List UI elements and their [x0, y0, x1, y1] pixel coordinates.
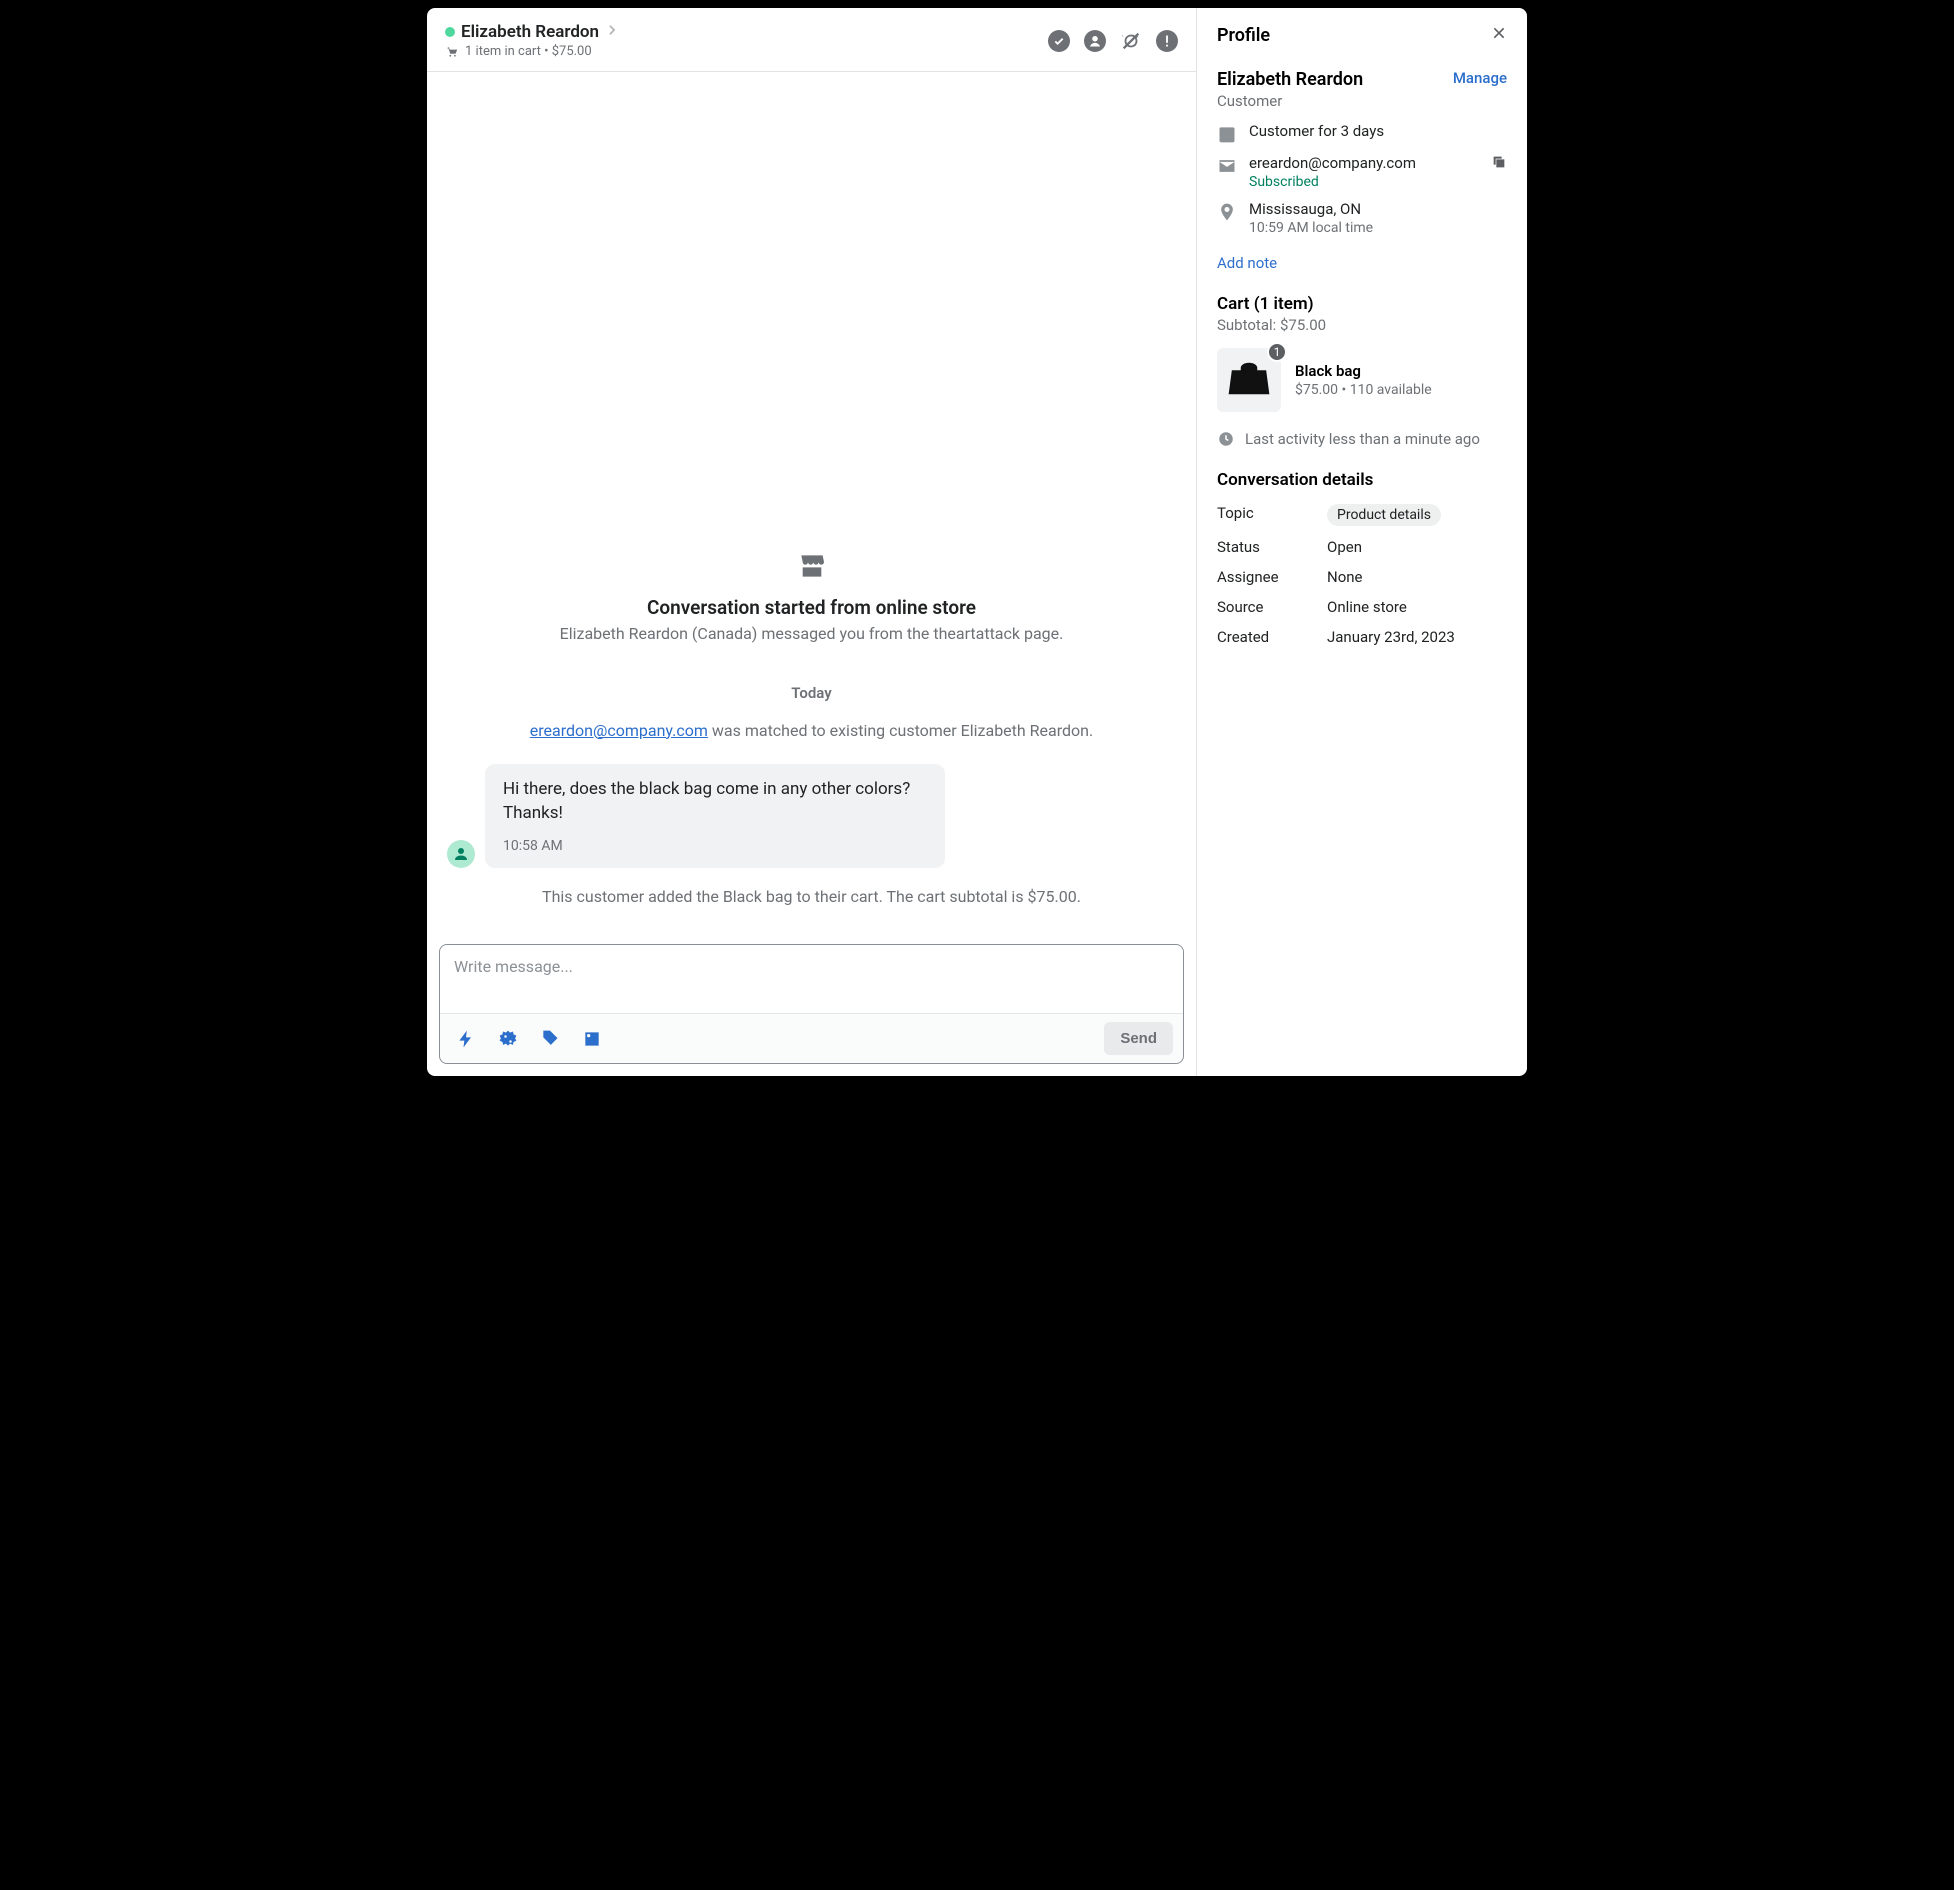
cart-event-notice: This customer added the Black bag to the…	[467, 886, 1156, 908]
manage-link[interactable]: Manage	[1453, 69, 1507, 87]
last-activity-text: Last activity less than a minute ago	[1245, 430, 1480, 448]
detail-source-row: Source Online store	[1217, 598, 1507, 616]
cart-item-sub: $75.00 • 110 available	[1295, 382, 1432, 398]
conversation-details-heading: Conversation details	[1217, 470, 1507, 490]
detail-status-row: Status Open	[1217, 538, 1507, 556]
sidebar-header: Profile	[1217, 24, 1507, 47]
assignee-label: Assignee	[1217, 568, 1327, 586]
intro-title: Conversation started from online store	[447, 596, 1176, 619]
cart-subtotal: Subtotal: $75.00	[1217, 316, 1507, 334]
alert-icon[interactable]	[1156, 30, 1178, 52]
incoming-message-row: Hi there, does the black bag come in any…	[447, 764, 1176, 868]
customer-since-row: Customer for 3 days	[1217, 122, 1507, 144]
discount-icon[interactable]	[498, 1029, 518, 1049]
spacer	[447, 92, 1176, 550]
local-time: 10:59 AM local time	[1249, 220, 1507, 236]
main-column: Elizabeth Reardon 1 item in cart • $75.0…	[427, 8, 1197, 1076]
profile-sidebar: Profile Elizabeth Reardon Manage Custome…	[1197, 8, 1527, 1076]
message-bubble: Hi there, does the black bag come in any…	[485, 764, 945, 868]
mark-done-icon[interactable]	[1048, 30, 1070, 52]
app-frame: Elizabeth Reardon 1 item in cart • $75.0…	[427, 8, 1527, 1076]
add-note-link[interactable]: Add note	[1217, 254, 1507, 272]
copy-email-icon[interactable]	[1491, 154, 1507, 170]
customer-avatar	[447, 840, 475, 868]
topic-pill[interactable]: Product details	[1327, 504, 1441, 526]
composer-toolbar: Send	[440, 1013, 1183, 1063]
store-icon	[796, 550, 828, 582]
detail-assignee-row: Assignee None	[1217, 568, 1507, 586]
clock-icon	[1217, 430, 1235, 448]
date-divider: Today	[447, 684, 1176, 702]
close-icon	[1491, 25, 1507, 41]
location-row: Mississauga, ON 10:59 AM local time	[1217, 200, 1507, 236]
topic-label: Topic	[1217, 504, 1327, 526]
last-activity-row: Last activity less than a minute ago	[1217, 430, 1507, 448]
match-suffix: was matched to existing customer Elizabe…	[708, 721, 1093, 740]
status-label: Status	[1217, 538, 1327, 556]
cart-summary-text: 1 item in cart • $75.00	[465, 44, 592, 59]
message-input[interactable]	[440, 945, 1183, 1013]
online-status-dot	[445, 27, 455, 37]
email-row: ereardon@company.com Subscribed	[1217, 154, 1507, 190]
detail-created-row: Created January 23rd, 2023	[1217, 628, 1507, 646]
cart-heading: Cart (1 item)	[1217, 294, 1507, 314]
sidebar-title: Profile	[1217, 25, 1270, 46]
intro-subtitle: Elizabeth Reardon (Canada) messaged you …	[447, 623, 1176, 645]
conversation-body: Conversation started from online store E…	[427, 72, 1196, 932]
detail-topic-row: Topic Product details	[1217, 504, 1507, 526]
source-value: Online store	[1327, 598, 1407, 616]
customer-match-notice: ereardon@company.com was matched to exis…	[447, 720, 1176, 742]
chevron-right-icon	[605, 23, 619, 41]
customer-since-text: Customer for 3 days	[1249, 122, 1507, 140]
calendar-icon	[1217, 124, 1237, 144]
header-action-icons	[1048, 30, 1178, 52]
send-button[interactable]: Send	[1104, 1022, 1173, 1055]
conversation-intro: Conversation started from online store E…	[447, 550, 1176, 645]
location-pin-icon	[1217, 202, 1237, 222]
composer-icons	[450, 1029, 602, 1049]
product-tag-icon[interactable]	[540, 1029, 560, 1049]
message-time: 10:58 AM	[503, 838, 927, 854]
cart-item-name: Black bag	[1295, 362, 1432, 380]
assignee-value: None	[1327, 568, 1363, 586]
profile-role: Customer	[1217, 92, 1507, 110]
cart-item-row[interactable]: 1 Black bag $75.00 • 110 available	[1217, 348, 1507, 412]
quick-reply-icon[interactable]	[456, 1029, 476, 1049]
profile-location: Mississauga, ON	[1249, 200, 1507, 218]
message-text: Hi there, does the black bag come in any…	[503, 778, 927, 826]
conversation-header: Elizabeth Reardon 1 item in cart • $75.0…	[427, 8, 1196, 72]
created-label: Created	[1217, 628, 1327, 646]
profile-email: ereardon@company.com	[1249, 154, 1479, 172]
assign-user-icon[interactable]	[1084, 30, 1106, 52]
image-attach-icon[interactable]	[582, 1029, 602, 1049]
profile-top: Elizabeth Reardon Manage	[1217, 69, 1507, 90]
header-left: Elizabeth Reardon 1 item in cart • $75.0…	[445, 22, 619, 59]
email-icon	[1217, 156, 1237, 176]
matched-email-link[interactable]: ereardon@company.com	[530, 721, 708, 740]
cart-icon	[445, 45, 459, 59]
cart-item-thumb: 1	[1217, 348, 1281, 412]
message-composer: Send	[439, 944, 1184, 1064]
cart-summary-line: 1 item in cart • $75.00	[445, 44, 619, 59]
source-label: Source	[1217, 598, 1327, 616]
created-value: January 23rd, 2023	[1327, 628, 1455, 646]
bag-icon	[1225, 360, 1273, 400]
customer-name: Elizabeth Reardon	[461, 22, 599, 42]
status-value: Open	[1327, 538, 1362, 556]
customer-title-row[interactable]: Elizabeth Reardon	[445, 22, 619, 42]
snooze-icon[interactable]	[1120, 30, 1142, 52]
profile-name: Elizabeth Reardon	[1217, 69, 1363, 90]
subscribed-badge: Subscribed	[1249, 174, 1479, 190]
cart-item-qty: 1	[1267, 342, 1287, 362]
close-sidebar-button[interactable]	[1491, 24, 1507, 47]
